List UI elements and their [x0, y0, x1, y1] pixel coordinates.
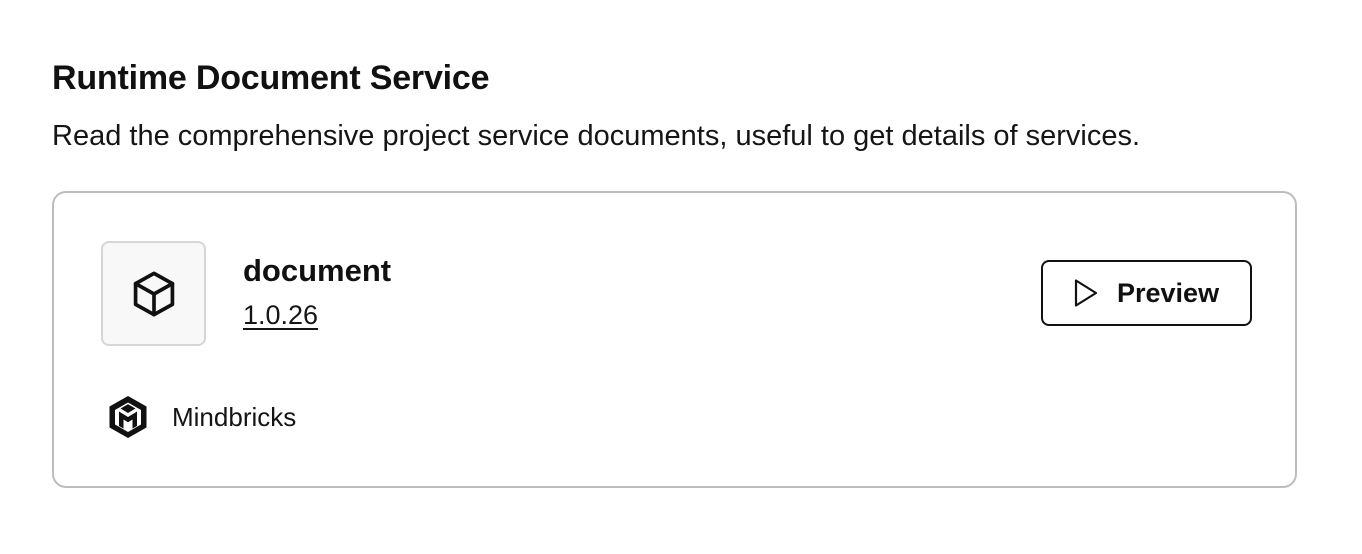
service-card: document 1.0.26 Preview Mindbricks — [52, 191, 1297, 488]
page: Runtime Document Service Read the compre… — [0, 0, 1362, 554]
package-name: document — [243, 253, 392, 288]
preview-label: Preview — [1117, 278, 1220, 308]
mindbricks-logo-icon — [106, 395, 150, 439]
section-title: Runtime Document Service — [52, 59, 490, 97]
package-cube-icon — [128, 268, 180, 320]
section-description: Read the comprehensive project service d… — [52, 120, 1141, 152]
package-tile — [101, 241, 206, 346]
author-name: Mindbricks — [172, 402, 297, 432]
play-icon — [1073, 278, 1099, 308]
author: Mindbricks — [106, 395, 296, 439]
preview-button[interactable]: Preview — [1041, 260, 1252, 326]
package-version-link[interactable]: 1.0.26 — [243, 297, 318, 333]
